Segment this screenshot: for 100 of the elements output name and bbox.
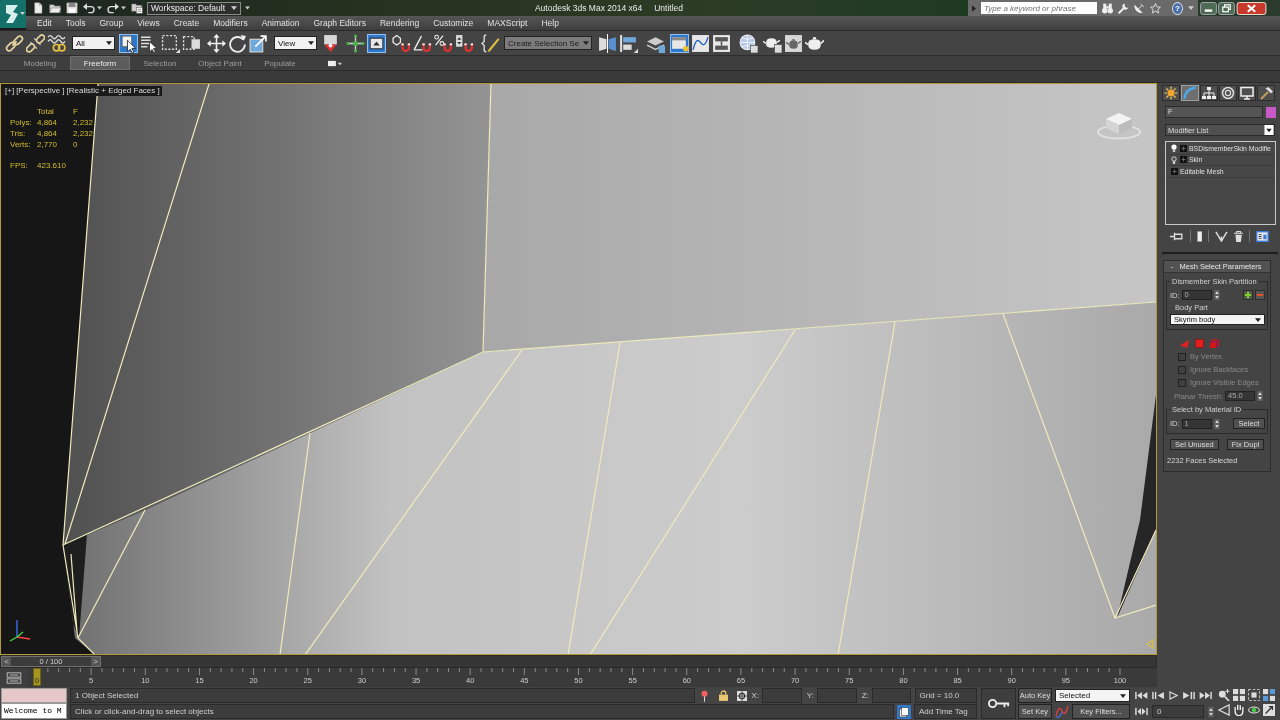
coordinate-field[interactable] bbox=[871, 688, 912, 703]
percent-magnet-icon[interactable] bbox=[434, 33, 453, 53]
search-field[interactable]: Type a keyword or phrase bbox=[981, 2, 1097, 14]
skip-to-start-icon[interactable] bbox=[1135, 691, 1148, 700]
up-triangle-box-icon[interactable] bbox=[367, 33, 386, 53]
expand-arrow-icon[interactable] bbox=[972, 4, 976, 12]
pin-icon[interactable] bbox=[1169, 230, 1184, 242]
ring-icon[interactable] bbox=[1219, 85, 1237, 101]
menu-item[interactable]: Group bbox=[92, 18, 131, 28]
toolbar-dropdown[interactable]: All bbox=[72, 36, 115, 50]
viewport-menu-label[interactable]: [+] bbox=[5, 86, 15, 95]
set-keys-button[interactable] bbox=[981, 688, 1016, 719]
next-frame-button[interactable]: > bbox=[91, 657, 100, 666]
crosshair-icon[interactable] bbox=[346, 33, 365, 53]
coordinate-field[interactable] bbox=[816, 688, 857, 703]
toolbar-dropdown[interactable]: View bbox=[274, 36, 317, 50]
rectangle-caret-icon[interactable] bbox=[328, 59, 342, 67]
wrench-icon[interactable] bbox=[1118, 2, 1129, 14]
workspace-dropdown[interactable]: Workspace: Default bbox=[147, 1, 241, 15]
zoom-icon[interactable] bbox=[1218, 689, 1230, 701]
menu-item[interactable]: Views bbox=[130, 18, 167, 28]
maxscript-output-field[interactable]: Welcome to M bbox=[1, 703, 67, 719]
app-logo-icon[interactable] bbox=[0, 0, 26, 28]
menu-item[interactable]: Create bbox=[166, 18, 207, 28]
ribbon-tab[interactable]: Selection bbox=[130, 56, 190, 70]
hammer-icon[interactable] bbox=[1257, 85, 1275, 101]
stacked-bars-icon[interactable] bbox=[6, 671, 22, 684]
list-settings-icon[interactable] bbox=[1256, 230, 1269, 242]
menu-item[interactable]: Edit bbox=[30, 18, 59, 28]
light-bulb-icon[interactable] bbox=[1171, 144, 1177, 153]
caret-icon[interactable] bbox=[97, 6, 102, 10]
folder-icon[interactable] bbox=[49, 2, 61, 14]
maxscript-input-field[interactable] bbox=[1, 688, 67, 703]
pointer-block-icon[interactable] bbox=[321, 33, 340, 53]
menu-item[interactable]: Tools bbox=[58, 18, 93, 28]
pushpin-icon[interactable] bbox=[700, 689, 708, 702]
four-arrows-icon[interactable] bbox=[207, 33, 226, 53]
menu-item[interactable]: Help bbox=[534, 18, 566, 28]
help-button[interactable]: ? bbox=[1172, 1, 1183, 15]
wavy-lines-icon[interactable] bbox=[47, 33, 66, 53]
dashed-frame-square-icon[interactable] bbox=[1248, 689, 1260, 701]
cursor-select-icon[interactable] bbox=[119, 33, 138, 53]
ribbon-tab[interactable]: Object Paint bbox=[190, 56, 250, 70]
minimize-icon[interactable] bbox=[1200, 1, 1217, 15]
new-file-icon[interactable] bbox=[32, 2, 44, 14]
plus-icon[interactable] bbox=[1243, 290, 1253, 300]
square-arrow-icon[interactable] bbox=[249, 33, 268, 53]
checkered-squares-icon[interactable] bbox=[1263, 689, 1275, 701]
color-swatch-icon[interactable] bbox=[1266, 106, 1276, 118]
framed-teapot-icon[interactable] bbox=[784, 33, 804, 53]
fork-icon[interactable] bbox=[1215, 230, 1228, 242]
previous-frame-button[interactable]: < bbox=[2, 657, 11, 666]
binoculars-icon[interactable] bbox=[1102, 2, 1113, 14]
spinner-icon[interactable] bbox=[1213, 290, 1220, 300]
menu-item[interactable]: Rendering bbox=[372, 18, 427, 28]
broken-chain-icon[interactable] bbox=[26, 33, 45, 53]
sun-icon[interactable] bbox=[1162, 85, 1180, 101]
minus-icon[interactable] bbox=[1255, 290, 1265, 300]
view-cone-icon[interactable] bbox=[1218, 704, 1230, 716]
play-icon[interactable] bbox=[1169, 691, 1178, 700]
restore-icon[interactable] bbox=[1218, 1, 1235, 15]
menu-item[interactable]: Animation bbox=[254, 18, 307, 28]
chain-link-icon[interactable] bbox=[5, 33, 24, 53]
bin-icon[interactable] bbox=[1234, 230, 1244, 242]
dashed-rectangle-icon[interactable] bbox=[161, 33, 180, 53]
caret-icon[interactable] bbox=[121, 6, 126, 10]
spinner-magnet-icon[interactable] bbox=[455, 33, 474, 53]
mirror-icon[interactable] bbox=[598, 33, 618, 53]
skip-to-end-icon[interactable] bbox=[1199, 691, 1212, 700]
orbit-icon[interactable] bbox=[1248, 704, 1260, 716]
previous-frame-icon[interactable] bbox=[1152, 691, 1165, 700]
viewport-menu-label[interactable]: [Realistic + Edged Faces ] bbox=[66, 86, 160, 95]
pan-hand-icon[interactable] bbox=[1233, 704, 1245, 716]
diagonal-arrow-box-icon[interactable] bbox=[1263, 704, 1275, 716]
light-bulb-icon[interactable] bbox=[1171, 155, 1177, 164]
bracketed-arrows-icon[interactable] bbox=[1135, 707, 1148, 716]
menu-item[interactable]: Customize bbox=[426, 18, 481, 28]
curve-graph-icon[interactable] bbox=[691, 33, 711, 53]
ribbon-tab[interactable]: Modeling bbox=[10, 56, 70, 70]
spinner-icon[interactable] bbox=[1208, 706, 1214, 717]
ribbon-tab[interactable]: Freeform bbox=[70, 56, 130, 70]
four-squares-icon[interactable] bbox=[1233, 689, 1245, 701]
ribbon-tab[interactable]: Populate bbox=[250, 56, 310, 70]
crosshair-box-icon[interactable] bbox=[736, 690, 747, 701]
linked-boxes-icon[interactable] bbox=[712, 33, 732, 53]
menu-item[interactable]: MAXScript bbox=[480, 18, 535, 28]
padlock-icon[interactable] bbox=[718, 690, 728, 701]
folder-document-icon[interactable] bbox=[131, 2, 143, 14]
spinner-icon[interactable] bbox=[1213, 418, 1220, 429]
undo-icon[interactable] bbox=[83, 2, 95, 14]
stacked-pages-icon[interactable] bbox=[897, 704, 911, 719]
expand-box-icon[interactable] bbox=[1171, 167, 1178, 175]
viewport-menu-label[interactable]: [Perspective ] bbox=[16, 86, 65, 95]
hierarchy-icon[interactable] bbox=[1200, 85, 1218, 101]
satellite-dish-icon[interactable] bbox=[1134, 2, 1145, 14]
next-frame-icon[interactable] bbox=[1182, 691, 1195, 700]
menu-item[interactable]: Modifiers bbox=[206, 18, 255, 28]
angle-magnet-icon[interactable] bbox=[413, 33, 432, 53]
magnet-icon[interactable] bbox=[392, 33, 411, 53]
toolbar-dropdown[interactable]: Create Selection Se bbox=[504, 36, 593, 50]
